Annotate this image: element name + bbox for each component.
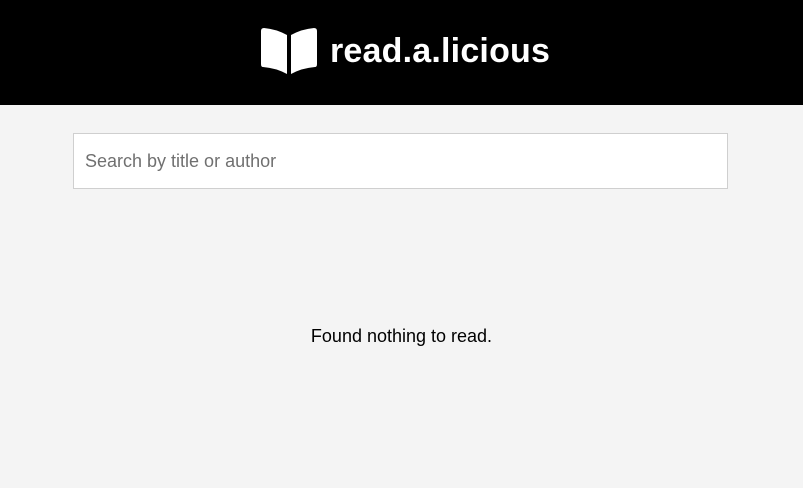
open-book-icon [261,28,317,74]
app-header: read.a.licious [0,0,803,105]
app-title: read.a.licious [330,32,551,70]
brand[interactable]: read.a.licious [259,27,550,75]
search-container [73,133,728,189]
empty-results-message: Found nothing to read. [310,326,493,346]
search-input[interactable] [73,133,728,189]
